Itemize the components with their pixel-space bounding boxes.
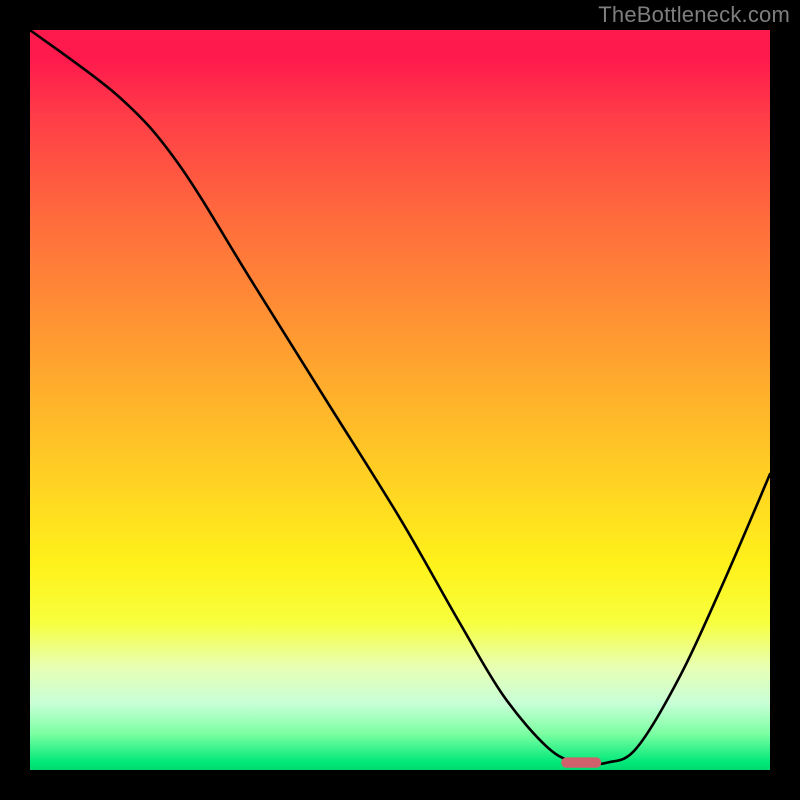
series-curve [30, 30, 770, 764]
chart-svg [30, 30, 770, 770]
highlight-marker [561, 757, 601, 767]
frame: TheBottleneck.com [0, 0, 800, 800]
watermark-text: TheBottleneck.com [598, 2, 790, 28]
